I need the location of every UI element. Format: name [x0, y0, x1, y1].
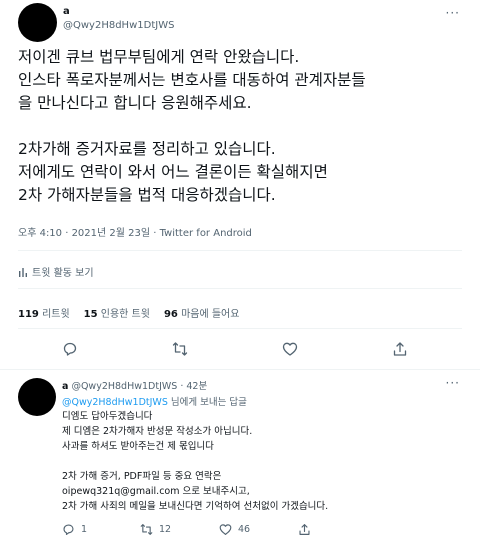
- like-count: 46: [238, 524, 251, 535]
- retweet-icon: [140, 523, 153, 536]
- replying-to-handle[interactable]: @Qwy2H8dHw1DtJWS: [62, 397, 168, 408]
- like-heart-icon: [219, 523, 232, 536]
- more-options-icon[interactable]: ···: [446, 6, 460, 20]
- reply-header: a @Qwy2H8dHw1DtJWS · 42분: [62, 378, 207, 392]
- reply-line: oipewq321q@gmail.com 으로 보내주시고,: [62, 486, 250, 497]
- divider: [18, 328, 462, 329]
- retweets-count: 119: [18, 309, 39, 320]
- activity-label: 트윗 활동 보기: [32, 268, 94, 279]
- like-heart-icon[interactable]: [279, 338, 301, 360]
- display-name[interactable]: a: [63, 6, 70, 17]
- replying-to-label: 님에게 보내는 답글: [170, 397, 247, 408]
- tweet-line: 저에게도 연락이 와서 어느 결론이든 확실해지면: [18, 163, 328, 181]
- reply-body: 디엠도 답아두겠습니다 제 디엠은 2차가해자 반성문 작성소가 아닙니다. 사…: [62, 409, 462, 514]
- reply-line: 사과를 하셔도 받아주는건 제 몫입니다: [62, 441, 214, 452]
- share-icon: [298, 523, 311, 536]
- likes-label: 마음에 들어요: [181, 309, 240, 320]
- reply-line: 2차 가해 증거, PDF파일 등 중요 연락은: [62, 471, 222, 482]
- main-tweet: a @Qwy2H8dHw1DtJWS ··· 저이겐 큐브 법무부팀에게 연락 …: [0, 0, 480, 369]
- divider: [18, 288, 462, 289]
- tweet-line: 2차가해 증거자료를 정리하고 있습니다.: [18, 140, 276, 158]
- likes-stat[interactable]: 96 마음에 들어요: [164, 305, 240, 320]
- quotes-label: 인용한 트윗: [100, 309, 150, 320]
- reply-tweet[interactable]: a @Qwy2H8dHw1DtJWS · 42분 ··· @Qwy2H8dHw1…: [0, 369, 480, 541]
- share-icon[interactable]: [389, 338, 411, 360]
- tweet-body: 저이겐 큐브 법무부팀에게 연락 안왔습니다. 인스타 폭로자분께서는 변호사를…: [18, 46, 468, 207]
- reply-line: 디엠도 답아두겠습니다: [62, 411, 153, 422]
- like-button[interactable]: 46: [219, 523, 250, 536]
- retweet-count: 12: [159, 524, 172, 535]
- reply-count: 1: [81, 524, 88, 535]
- retweets-stat[interactable]: 119 리트윗: [18, 305, 70, 320]
- quotes-count: 15: [83, 309, 98, 320]
- user-handle[interactable]: @Qwy2H8dHw1DtJWS: [71, 381, 177, 392]
- display-name[interactable]: a: [62, 381, 68, 392]
- tweet-line: 저이겐 큐브 법무부팀에게 연락 안왔습니다.: [18, 48, 300, 66]
- reply-button[interactable]: 1: [62, 523, 87, 536]
- tweet-activity-link[interactable]: 트윗 활동 보기: [18, 264, 94, 279]
- more-options-icon[interactable]: ···: [446, 376, 460, 390]
- avatar[interactable]: [18, 378, 56, 416]
- divider: [18, 250, 462, 251]
- reply-icon[interactable]: [59, 338, 81, 360]
- tweet-stats: 119 리트윗 15 인용한 트윗 96 마음에 들어요: [18, 305, 239, 320]
- bar-chart-icon: [18, 267, 28, 277]
- tweet-line: 2차 가해자분들을 법적 대응하겠습니다.: [18, 186, 276, 204]
- tweet-actions: [0, 338, 480, 360]
- user-handle[interactable]: @Qwy2H8dHw1DtJWS: [63, 20, 174, 31]
- reply-line: [62, 454, 462, 469]
- reply-time[interactable]: · 42분: [180, 381, 207, 392]
- likes-count: 96: [163, 309, 178, 320]
- tweet-line: 인스타 폭로자분께서는 변호사를 대동하여 관계자분들: [18, 71, 366, 89]
- tweet-line: [18, 115, 468, 138]
- reply-icon: [62, 523, 75, 536]
- reply-line: 2차 가해 사죄의 메일을 보내신다면 기억하여 선처없이 가겠습니다.: [62, 501, 329, 512]
- retweet-button[interactable]: 12: [140, 523, 171, 536]
- avatar[interactable]: [18, 3, 57, 42]
- tweet-line: 을 만나신다고 합니다 응원해주세요.: [18, 94, 252, 112]
- retweet-icon[interactable]: [169, 338, 191, 360]
- reply-actions: 1 12 46: [62, 523, 462, 537]
- share-button[interactable]: [298, 523, 311, 536]
- reply-line: 제 디엠은 2차가해자 반성문 작성소가 아닙니다.: [62, 426, 253, 437]
- replying-to: @Qwy2H8dHw1DtJWS 님에게 보내는 답글: [62, 394, 247, 408]
- quotes-stat[interactable]: 15 인용한 트윗: [84, 305, 150, 320]
- retweets-label: 리트윗: [42, 309, 70, 320]
- tweet-timestamp[interactable]: 오후 4:10 · 2021년 2월 23일 · Twitter for And…: [18, 224, 252, 239]
